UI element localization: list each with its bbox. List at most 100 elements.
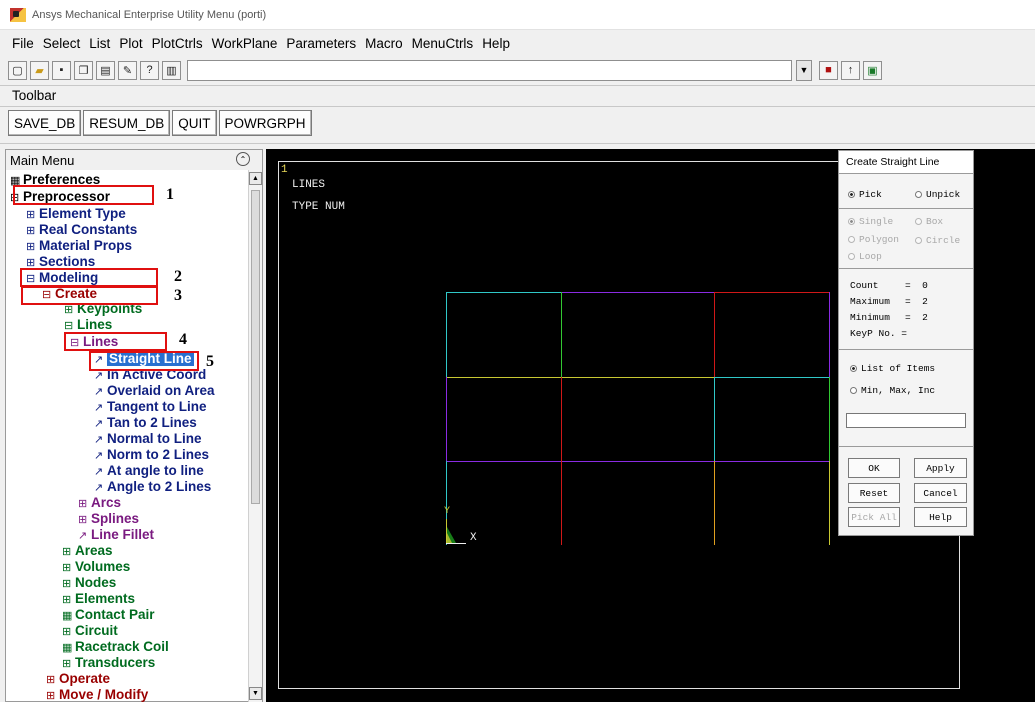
command-input[interactable]	[187, 59, 792, 81]
menu-file[interactable]: File	[12, 36, 34, 51]
tree-item-element-type[interactable]: ⊞ Element Type	[26, 206, 126, 223]
tree-item-label: Transducers	[75, 655, 156, 670]
apply-button[interactable]: Apply	[914, 458, 967, 478]
tree-item-splines[interactable]: ⊞ Splines	[78, 511, 139, 528]
tree-item-circuit[interactable]: ⊞ Circuit	[62, 623, 118, 640]
scroll-up-icon[interactable]: ▲	[249, 172, 262, 185]
tree-item-arcs[interactable]: ⊞ Arcs	[78, 495, 121, 512]
expand-box-icon: ⊞	[78, 514, 88, 526]
print-icon[interactable]: ▤	[96, 60, 115, 80]
menu-plot[interactable]: Plot	[119, 36, 142, 51]
tree-item-normal-to-line[interactable]: ↗ Normal to Line	[94, 431, 202, 448]
pick-radio[interactable]: Pick	[848, 189, 882, 200]
new-file-icon[interactable]: ▢	[8, 60, 27, 80]
separator	[839, 268, 973, 269]
command-history-icon[interactable]: ▥	[162, 60, 181, 80]
tree-item-operate[interactable]: ⊞ Operate	[46, 671, 110, 688]
powrgrph-button[interactable]: POWRGRPH	[218, 110, 312, 136]
tree-item-volumes[interactable]: ⊞ Volumes	[62, 559, 130, 576]
report-icon[interactable]: ❐	[74, 60, 93, 80]
expand-box-icon: ⊞	[26, 225, 36, 237]
grid-icon: ▦	[62, 642, 73, 654]
menu-help[interactable]: Help	[482, 36, 510, 51]
circle-radio: Circle	[915, 235, 960, 246]
menu-menuctrls[interactable]: MenuCtrls	[412, 36, 474, 51]
separator	[839, 349, 973, 350]
tree-item-nodes[interactable]: ⊞ Nodes	[62, 575, 116, 592]
callout-number-3: 3	[174, 287, 182, 304]
count-value: = 0	[905, 280, 928, 291]
radio-icon	[915, 218, 922, 225]
expand-box-icon: ⊞	[78, 498, 88, 510]
scroll-thumb[interactable]	[251, 190, 260, 504]
tree-item-label: Element Type	[39, 206, 126, 221]
unpick-radio[interactable]: Unpick	[915, 189, 960, 200]
tree-item-transducers[interactable]: ⊞ Transducers	[62, 655, 155, 672]
expand-box-icon: ⊞	[62, 626, 72, 638]
radio-selected-icon	[850, 365, 857, 372]
help-icon[interactable]: ?	[140, 60, 159, 80]
tree-item-real-constants[interactable]: ⊞ Real Constants	[26, 222, 137, 239]
open-folder-icon[interactable]: ▰	[30, 60, 49, 80]
loop-radio: Loop	[848, 251, 882, 262]
menu-macro[interactable]: Macro	[365, 36, 403, 51]
tree-item-label: Areas	[75, 543, 113, 558]
tree-item-label: Sections	[39, 254, 96, 269]
reset-button[interactable]: Reset	[848, 483, 900, 503]
tree-item-label: Norm to 2 Lines	[107, 447, 210, 462]
menu-select[interactable]: Select	[43, 36, 81, 51]
min-max-inc-label: Min, Max, Inc	[861, 385, 936, 396]
tree-item-at-angle-to-line[interactable]: ↗ At angle to line	[94, 463, 204, 480]
tree-item-material-props[interactable]: ⊞ Material Props	[26, 238, 132, 255]
tree-item-label: Tangent to Line	[107, 399, 207, 414]
separator	[839, 446, 973, 447]
help-button[interactable]: Help	[914, 507, 967, 527]
tree-item-norm-to-2-lines[interactable]: ↗ Norm to 2 Lines	[94, 447, 209, 464]
collapse-icon[interactable]: ⌃	[236, 152, 250, 166]
tree-item-label: Line Fillet	[91, 527, 155, 542]
chevron-down-icon[interactable]: ▼	[796, 59, 812, 81]
menu-workplane[interactable]: WorkPlane	[212, 36, 278, 51]
axis-y-label: Y	[444, 506, 451, 517]
contact-manager-icon[interactable]: ■	[819, 60, 838, 80]
menu-plotctrls[interactable]: PlotCtrls	[152, 36, 203, 51]
raise-hidden-icon[interactable]: ↑	[841, 60, 860, 80]
pick-list-input[interactable]	[846, 413, 966, 428]
reset-picking-icon[interactable]: ▣	[863, 60, 882, 80]
tree-item-angle-to-2-lines[interactable]: ↗ Angle to 2 Lines	[94, 479, 211, 496]
tree-item-tangent-to-line[interactable]: ↗ Tangent to Line	[94, 399, 207, 416]
axis-x-label: X	[470, 532, 477, 544]
expand-box-icon: ⊞	[62, 658, 72, 670]
scroll-down-icon[interactable]: ▼	[249, 687, 262, 700]
tree-item-contact-pair[interactable]: ▦ Contact Pair	[62, 607, 155, 624]
image-capture-icon[interactable]: ✎	[118, 60, 137, 80]
list-of-items-radio[interactable]: List of Items	[850, 363, 935, 374]
tree-item-move-modify[interactable]: ⊞ Move / Modify	[46, 687, 148, 702]
main-menu-panel: Main Menu ⌃ ▦ Preferences ⊟ Preprocessor ⊞…	[5, 149, 263, 702]
callout-box-4	[64, 332, 167, 351]
menu-list[interactable]: List	[89, 36, 110, 51]
save-db-button[interactable]: SAVE_DB	[8, 110, 82, 136]
line-tool-icon: ↗	[94, 466, 104, 478]
quit-button[interactable]: QUIT	[172, 110, 217, 136]
callout-number-1: 1	[166, 186, 174, 203]
tree-scrollbar[interactable]: ▲ ▼	[248, 170, 262, 702]
polygon-label: Polygon	[859, 234, 899, 245]
tree-item-line-fillet[interactable]: ↗ Line Fillet	[78, 527, 154, 544]
save-icon[interactable]: ▪	[52, 60, 71, 80]
tree-item-racetrack-coil[interactable]: ▦ Racetrack Coil	[62, 639, 169, 656]
polygon-radio: Polygon	[848, 234, 899, 245]
line-tool-icon: ↗	[94, 434, 104, 446]
tree-item-areas[interactable]: ⊞ Areas	[62, 543, 113, 560]
resume-db-button[interactable]: RESUM_DB	[83, 110, 171, 136]
menu-parameters[interactable]: Parameters	[286, 36, 356, 51]
tree-item-label: Angle to 2 Lines	[107, 479, 212, 494]
cancel-button[interactable]: Cancel	[914, 483, 967, 503]
min-max-inc-radio[interactable]: Min, Max, Inc	[850, 385, 935, 396]
tree-item-tan-to-2-lines[interactable]: ↗ Tan to 2 Lines	[94, 415, 197, 432]
tree-item-overlaid-on-area[interactable]: ↗ Overlaid on Area	[94, 383, 215, 400]
ok-button[interactable]: OK	[848, 458, 900, 478]
radio-icon	[915, 237, 922, 244]
tree-item-label: Splines	[91, 511, 140, 526]
tree-item-elements[interactable]: ⊞ Elements	[62, 591, 135, 608]
